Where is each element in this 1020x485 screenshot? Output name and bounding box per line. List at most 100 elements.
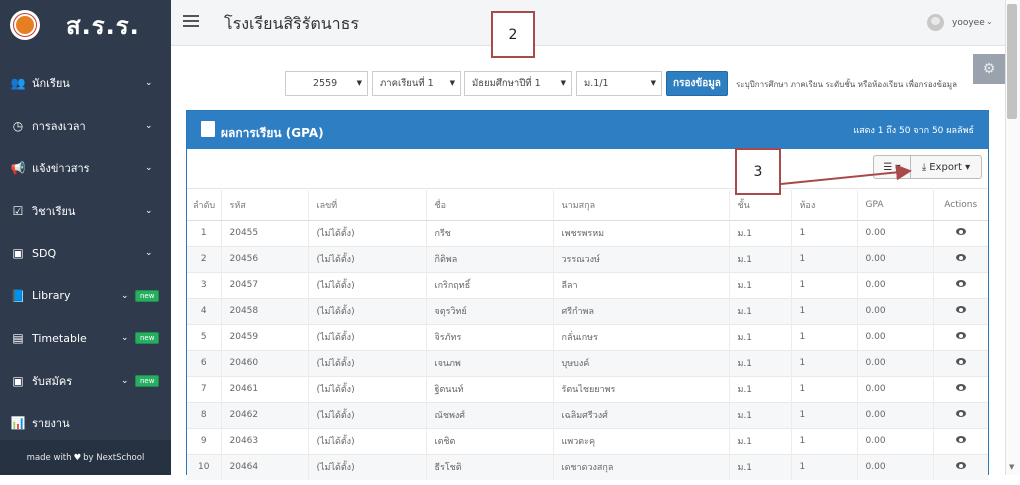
sdq-icon: ▣ (12, 246, 24, 261)
avatar[interactable] (927, 14, 944, 31)
table-row[interactable]: 10 20464 (ไม่ได้ตั้ง) ธีรโชติ เดชาดวงสกุล ม.1… (187, 453, 988, 480)
table-row[interactable]: 1 20455 (ไม่ได้ตั้ง) กรีช เพชรพรหม ม.1 1 0.00 (187, 219, 988, 246)
view-eye-icon[interactable] (955, 332, 966, 339)
table-row[interactable]: 4 20458 (ไม่ได้ตั้ง) จตุรวิทย์ ศรีกำพล ม.1 1 0.… (187, 297, 988, 324)
book-icon: 📘 (10, 288, 26, 303)
table-cell: (ไม่ได้ตั้ง) (307, 219, 426, 246)
sidebar-item-timetable[interactable]: ▤ Timetable ⌄ new (0, 317, 171, 360)
view-eye-icon[interactable] (955, 280, 966, 287)
top-bar: โรงเรียนสิริรัตนาธร yooyee ⌄ (171, 0, 1005, 46)
sidebar-item-attendance[interactable]: ◷ การลงเวลา ⌄ (0, 105, 171, 148)
actions-cell (932, 245, 988, 272)
table-cell: 1 (790, 219, 857, 246)
footer-suffix: by NextSchool (83, 452, 145, 463)
sidebar-item-admission[interactable]: ▣ รับสมัคร ⌄ new (0, 360, 171, 403)
document-icon (201, 121, 215, 137)
column-header[interactable]: รหัส (220, 190, 308, 221)
table-cell: 20459 (220, 323, 308, 350)
table-row[interactable]: 3 20457 (ไม่ได้ตั้ง) เกริกฤทธิ์ ลีลา ม.1 1 0.00 (187, 271, 988, 298)
table-cell: ม.1 (728, 245, 791, 272)
table-cell: 7 (187, 375, 221, 402)
caret-down-icon: ▼ (449, 79, 455, 87)
sidebar-item-label: การลงเวลา (32, 119, 86, 133)
term-select[interactable]: ภาคเรียนที่ 1 ▼ (372, 71, 461, 96)
table-row[interactable]: 2 20456 (ไม่ได้ตั้ง) กิติพล วรรณวงษ์ ม.1 1 0.00 (187, 245, 988, 272)
sidebar-item-sdq[interactable]: ▣ SDQ ⌄ (0, 232, 171, 275)
user-name[interactable]: yooyee (952, 18, 985, 28)
sidebar-item-reports[interactable]: 📊 รายงาน (0, 402, 171, 445)
table-row[interactable]: 6 20460 (ไม่ได้ตั้ง) เจนภพ บุษบงค์ ม.1 1 0.00 (187, 349, 988, 376)
page-title: โรงเรียนสิริรัตนาธร (224, 14, 359, 33)
view-eye-icon[interactable] (955, 228, 966, 235)
table-cell: ม.1 (728, 453, 791, 480)
table-cell: 1 (790, 427, 857, 454)
column-header[interactable]: เลขที่ (307, 190, 426, 221)
column-header[interactable]: ลำดับ (187, 190, 221, 221)
view-eye-icon[interactable] (955, 462, 966, 470)
column-header[interactable]: ห้อง (790, 190, 857, 221)
sidebar-item-library[interactable]: 📘 Library ⌄ new (0, 275, 171, 318)
table-cell: (ไม่ได้ตั้ง) (307, 453, 426, 480)
column-header[interactable]: GPA (856, 190, 933, 221)
table-row[interactable]: 7 20461 (ไม่ได้ตั้ง) ฐิตนนท์ รัตนไชยยาพร ม.1 1… (187, 375, 988, 402)
table-cell: 0.00 (856, 323, 933, 350)
table-cell: 1 (790, 271, 857, 298)
table-cell: 0.00 (856, 245, 933, 272)
column-header[interactable]: ชื่อ (425, 190, 553, 221)
view-eye-icon[interactable] (955, 306, 966, 313)
table-cell: 1 (790, 297, 857, 324)
table-cell: เตชิต (425, 427, 553, 454)
column-header[interactable]: นามสกุล (552, 190, 729, 221)
table-cell: ม.1 (728, 349, 791, 376)
table-cell: 6 (187, 349, 221, 376)
sidebar-item-news[interactable]: 📢 แจ้งข่าวสาร ⌄ (0, 147, 171, 190)
year-select[interactable]: 2559 ▼ (285, 71, 368, 96)
scroll-down-arrow-icon[interactable]: ▼ (1009, 463, 1014, 471)
view-eye-icon[interactable] (955, 384, 966, 391)
view-eye-icon[interactable] (955, 358, 966, 365)
table-header-row: ลำดับ รหัส เลขที่ ชื่อ นามสกุล ชั้น ห้อง… (187, 190, 988, 221)
chevron-down-icon: ⌄ (145, 163, 153, 174)
actions-cell (932, 453, 988, 480)
sidebar-item-subjects[interactable]: ☑ วิชาเรียน ⌄ (0, 190, 171, 233)
table-cell: เจนภพ (425, 349, 553, 376)
menu-toggle-icon[interactable] (183, 15, 199, 27)
table-cell: 20464 (220, 453, 308, 480)
table-cell: 1 (790, 401, 857, 428)
term-value: ภาคเรียนที่ 1 (380, 78, 434, 89)
view-eye-icon[interactable] (955, 254, 966, 261)
table-cell: (ไม่ได้ตั้ง) (307, 297, 426, 324)
columns-toggle-button[interactable]: ☰ ▾ (873, 155, 911, 179)
filter-submit-button[interactable]: กรองข้อมูล (666, 71, 728, 96)
table-cell: 20462 (220, 401, 308, 428)
table-cell: 10 (187, 453, 221, 480)
brand[interactable]: ส.ร.ร. (0, 0, 171, 50)
table-row[interactable]: 5 20459 (ไม่ได้ตั้ง) จิรภัทร กลั่นเกษร ม.1 1 0.… (187, 323, 988, 350)
actions-cell (932, 297, 988, 324)
brand-name: ส.ร.ร. (66, 11, 140, 40)
sidebar-item-students[interactable]: 👥 นักเรียน ⌄ (0, 62, 171, 105)
sidebar-nav: 👥 นักเรียน ⌄ ◷ การลงเวลา ⌄ 📢 แจ้งข่าวสาร… (0, 62, 171, 445)
heart-icon: ♥ (73, 452, 82, 463)
view-eye-icon[interactable] (955, 436, 966, 443)
settings-gear-button[interactable]: ⚙ (973, 54, 1005, 84)
scrollbar-thumb[interactable] (1007, 4, 1017, 119)
table-row[interactable]: 8 20462 (ไม่ได้ตั้ง) ณัชพงศ์ เฉลิมศรีวงศ์ ม.1… (187, 401, 988, 428)
export-button[interactable]: ⤓ Export ▾ (910, 155, 982, 179)
table-cell: 2 (187, 245, 221, 272)
table-cell: 20463 (220, 427, 308, 454)
room-select[interactable]: ม.1/1 ▼ (576, 71, 662, 96)
table-cell: ศรีกำพล (552, 297, 729, 324)
table-cell: (ไม่ได้ตั้ง) (307, 323, 426, 350)
chevron-down-icon[interactable]: ⌄ (986, 17, 993, 26)
table-cell: (ไม่ได้ตั้ง) (307, 427, 426, 454)
level-select[interactable]: มัธยมศึกษาปีที่ 1 ▼ (464, 71, 572, 96)
view-eye-icon[interactable] (955, 410, 966, 417)
filter-hint: ระบุปีการศึกษา ภาคเรียน ระดับชั้น หรือห้… (736, 80, 957, 89)
table-cell: 8 (187, 401, 221, 428)
gear-icon: ⚙ (982, 61, 996, 77)
download-icon: ⤓ (921, 161, 927, 173)
table-cell: ม.1 (728, 297, 791, 324)
table-row[interactable]: 9 20463 (ไม่ได้ตั้ง) เตชิต แพวตะคุ ม.1 1 0.00 (187, 427, 988, 454)
new-badge: new (135, 289, 160, 302)
